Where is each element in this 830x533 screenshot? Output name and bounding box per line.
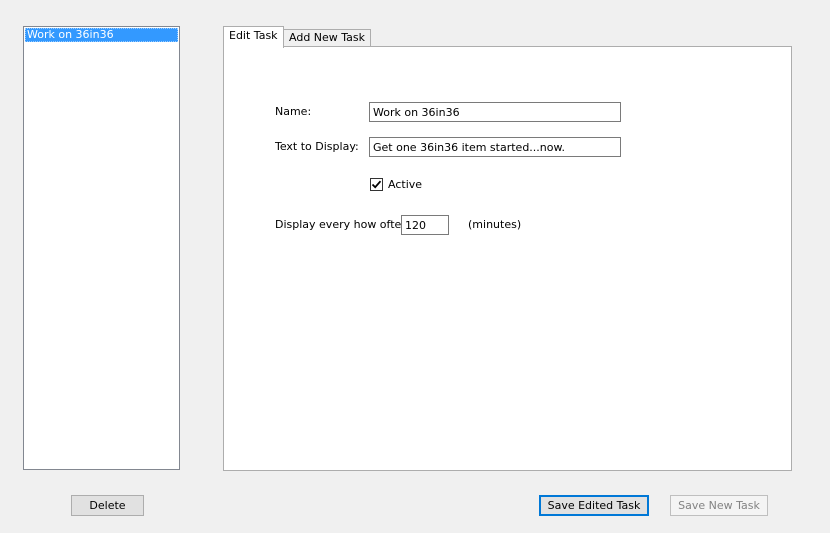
save-edited-task-button[interactable]: Save Edited Task <box>539 495 649 516</box>
active-checkbox[interactable] <box>370 178 383 191</box>
active-checkbox-label[interactable]: Active <box>388 178 422 191</box>
text-to-display-label: Text to Display: <box>275 140 359 153</box>
task-list[interactable]: Work on 36in36 <box>23 26 180 470</box>
delete-button[interactable]: Delete <box>71 495 144 516</box>
check-icon <box>371 180 382 189</box>
save-new-task-button: Save New Task <box>670 495 768 516</box>
tab-edit-task[interactable]: Edit Task <box>223 26 284 48</box>
interval-input[interactable] <box>401 215 449 235</box>
active-checkbox-row[interactable]: Active <box>370 178 422 191</box>
edit-task-panel: Name: Text to Display: Active Display ev… <box>223 46 792 471</box>
interval-unit-label: (minutes) <box>468 218 522 231</box>
name-input[interactable] <box>369 102 621 122</box>
task-list-item[interactable]: Work on 36in36 <box>25 28 178 42</box>
interval-label: Display every how often: <box>275 218 412 231</box>
text-to-display-input[interactable] <box>369 137 621 157</box>
task-manager-window: Work on 36in36 Edit Task Add New Task Na… <box>0 0 830 533</box>
name-label: Name: <box>275 105 312 118</box>
tab-add-new-task[interactable]: Add New Task <box>283 29 372 47</box>
